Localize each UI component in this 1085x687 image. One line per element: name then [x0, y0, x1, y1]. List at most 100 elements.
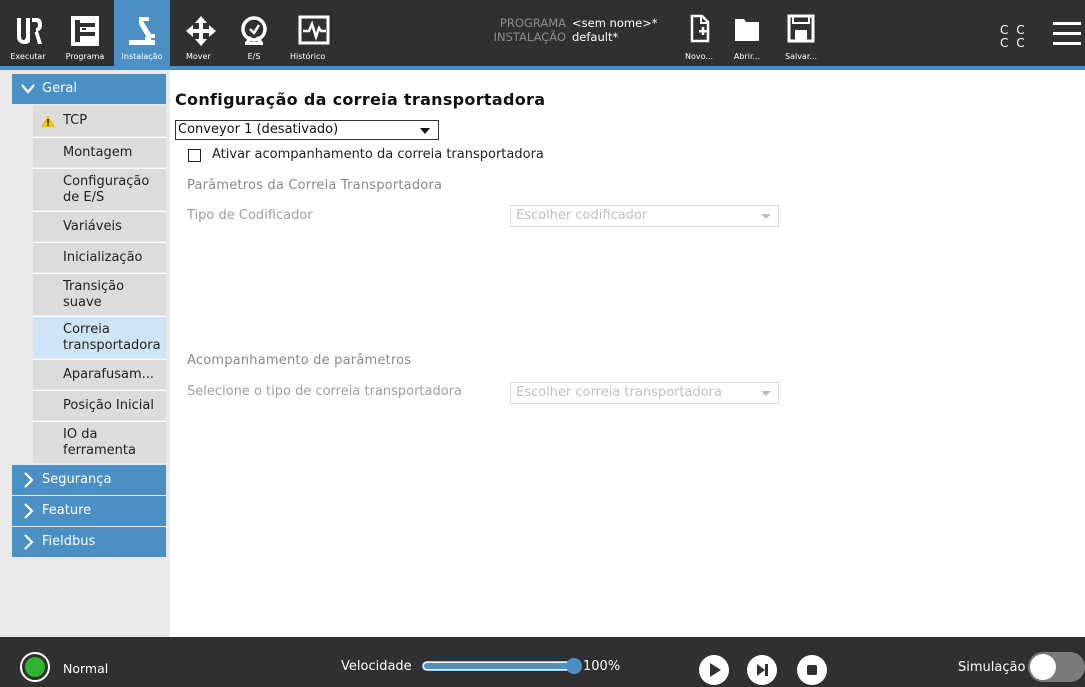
sidebar-item-startup[interactable]: Inicialização: [33, 242, 166, 272]
robot-status-icon[interactable]: [20, 652, 50, 682]
tracking-checkbox[interactable]: [188, 149, 201, 162]
hamburger-menu-icon[interactable]: [1053, 22, 1085, 50]
chevron-right-icon: [24, 472, 34, 488]
sidebar-item-tool-io[interactable]: IO da ferramenta: [33, 421, 166, 463]
folder-icon: [735, 19, 759, 41]
sidebar-category-features[interactable]: Feature: [12, 496, 166, 526]
simulation-toggle[interactable]: [1028, 652, 1085, 682]
sidebar-item-label: Correia transportadora: [63, 321, 161, 353]
dropdown-arrow-icon: [420, 128, 430, 134]
sidebar-category-general[interactable]: Geral: [12, 74, 166, 104]
robot-arm-icon: [129, 17, 155, 45]
chevron-right-icon: [24, 503, 34, 519]
installation-key: INSTALAÇÃO: [493, 30, 566, 44]
top-bar: Executar Programa Instalação Mover E/S H…: [0, 0, 1085, 70]
sidebar-category-fieldbus[interactable]: Fieldbus: [12, 527, 166, 557]
step-button[interactable]: [747, 655, 777, 685]
sidebar-item-conveyor-tracking[interactable]: Correia transportadora: [33, 316, 166, 358]
sidebar-category-safety[interactable]: Segurança: [12, 465, 166, 495]
encoder-type-placeholder: Escolher codificador: [516, 208, 648, 223]
sidebar: Geral TCP Montagem Configuração de E/S V…: [0, 70, 170, 637]
history-tab-label: Histórico: [290, 52, 326, 61]
tracking-checkbox-label[interactable]: Ativar acompanhamento da correia transpo…: [212, 147, 544, 162]
open-button-label: Abrir...: [733, 52, 761, 61]
stop-button[interactable]: [797, 655, 827, 685]
sidebar-category-label: Segurança: [42, 472, 112, 487]
sidebar-item-label: Montagem: [63, 144, 133, 160]
ur-logo-icon: [17, 18, 42, 44]
conveyor-params-heading: Parâmetros da Correia Transportadora: [187, 178, 443, 193]
floppy-disk-icon: [787, 14, 815, 43]
warning-icon: [41, 115, 55, 127]
io-tab-label: E/S: [247, 52, 261, 61]
io-tab[interactable]: E/S: [228, 0, 280, 66]
chevron-down-icon: [21, 84, 35, 94]
installation-name: default*: [572, 30, 619, 44]
sidebar-item-mounting[interactable]: Montagem: [33, 137, 166, 167]
io-gauge-icon: [241, 16, 267, 45]
speed-slider[interactable]: [422, 661, 572, 671]
history-tab[interactable]: Histórico: [280, 0, 330, 66]
play-icon: [710, 663, 721, 677]
sidebar-item-tcp[interactable]: TCP: [33, 106, 166, 136]
sidebar-item-label: TCP: [63, 113, 88, 128]
program-tree-icon: [71, 16, 99, 46]
conveyor-type-select[interactable]: Escolher correia transportadora: [510, 382, 779, 404]
new-button[interactable]: Novo...: [676, 0, 722, 66]
speed-slider-handle[interactable]: [566, 658, 582, 674]
history-chart-icon: [298, 15, 330, 45]
chevron-right-icon: [24, 534, 34, 550]
sidebar-item-label: Aparafusam...: [63, 366, 155, 382]
conveyor-type-label: Selecione o tipo de correia transportado…: [187, 384, 462, 399]
play-button[interactable]: [699, 655, 729, 685]
speed-value: 100%: [583, 659, 621, 674]
program-info: PROGRAMA <sem nome>* INSTALAÇÃO default*: [490, 16, 658, 44]
program-tab[interactable]: Programa: [56, 0, 114, 66]
tracking-params-heading: Acompanhamento de parâmetros: [187, 353, 412, 368]
installation-tab-label: Instalação: [121, 52, 163, 61]
open-button[interactable]: Abrir...: [724, 0, 770, 66]
encoder-type-select[interactable]: Escolher codificador: [510, 205, 779, 227]
sidebar-item-io-setup[interactable]: Configuração de E/S: [33, 168, 166, 210]
sidebar-item-smooth-transition[interactable]: Transição suave: [33, 273, 166, 315]
run-tab[interactable]: Executar: [0, 0, 56, 66]
run-tab-label: Executar: [10, 52, 46, 61]
conveyor-type-placeholder: Escolher correia transportadora: [516, 385, 722, 400]
move-tab[interactable]: Mover: [178, 0, 224, 66]
program-tab-label: Programa: [65, 52, 105, 61]
dropdown-arrow-icon: [761, 214, 771, 219]
speed-slider-fill: [424, 663, 570, 669]
save-button-label: Salvar...: [784, 52, 818, 61]
program-name: <sem nome>*: [572, 16, 658, 30]
sidebar-item-label: Posição Inicial: [63, 397, 154, 413]
sidebar-category-label: Feature: [42, 503, 92, 518]
sidebar-item-label: Transição suave: [63, 278, 125, 310]
sidebar-category-label: Geral: [42, 81, 77, 96]
control-status-line-2: C C: [1000, 36, 1027, 50]
program-key: PROGRAMA: [499, 16, 566, 30]
move-tab-label: Mover: [186, 52, 211, 61]
sidebar-item-label: Configuração de E/S: [63, 173, 150, 205]
move-arrows-icon: [186, 16, 216, 46]
new-file-icon: [690, 14, 710, 43]
encoder-type-label: Tipo de Codificador: [187, 208, 313, 223]
main-panel: Configuração da correia transportadora C…: [170, 70, 1085, 637]
new-button-label: Novo...: [685, 52, 713, 61]
save-button[interactable]: Salvar...: [778, 0, 824, 66]
dropdown-arrow-icon: [761, 391, 771, 396]
control-status: C C C C: [1000, 24, 1027, 50]
sidebar-item-label: Variáveis: [63, 218, 122, 234]
conveyor-select[interactable]: Conveyor 1 (desativado): [175, 120, 439, 140]
step-icon: [757, 664, 768, 676]
sidebar-item-screwdriving[interactable]: Aparafusam...: [33, 359, 166, 389]
installation-tab[interactable]: Instalação: [114, 0, 170, 66]
sidebar-item-label: IO da ferramenta: [63, 426, 136, 458]
footer-bar: Normal Velocidade 100% Simulação: [0, 637, 1085, 687]
sidebar-item-variables[interactable]: Variáveis: [33, 211, 166, 241]
speed-label: Velocidade: [341, 659, 412, 674]
page-title: Configuração da correia transportadora: [175, 90, 546, 109]
simulation-label: Simulação: [958, 660, 1026, 675]
sidebar-item-home[interactable]: Posição Inicial: [33, 390, 166, 420]
sidebar-category-label: Fieldbus: [42, 534, 96, 549]
stop-icon: [807, 665, 817, 675]
